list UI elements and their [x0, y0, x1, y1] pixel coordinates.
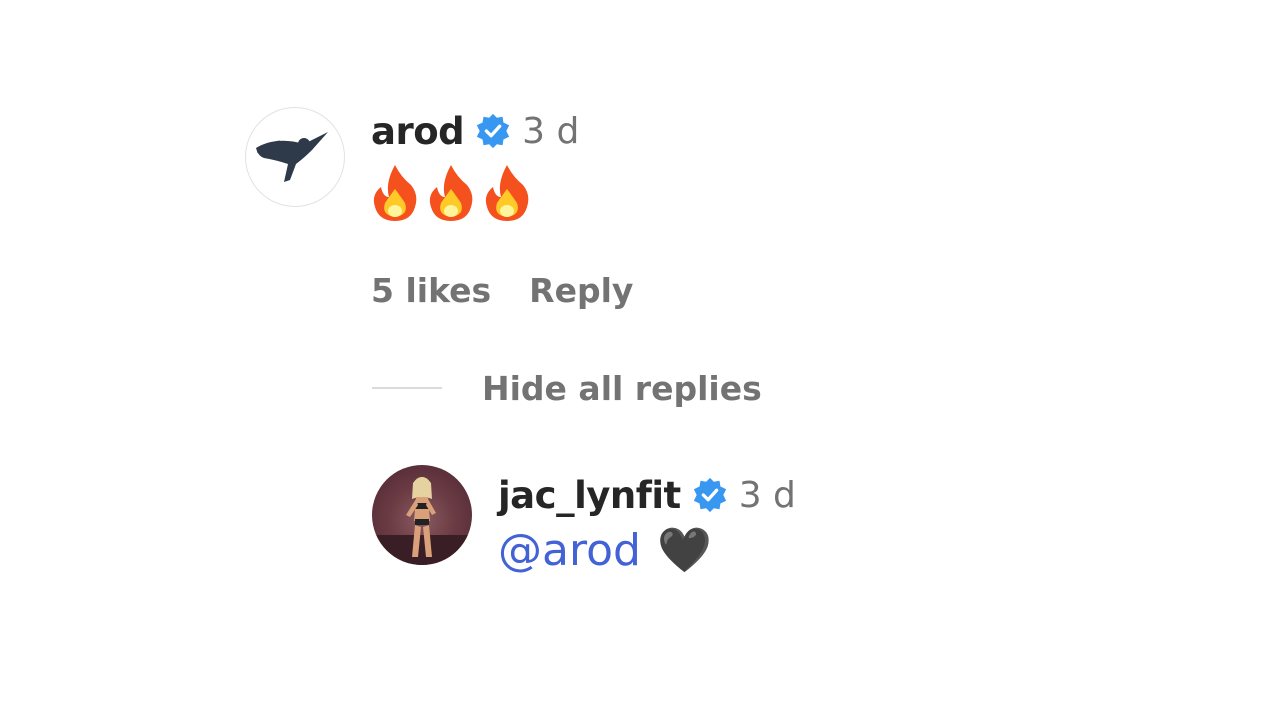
likes-count[interactable]: 5 likes: [371, 271, 491, 310]
black-heart-emoji: 🖤: [656, 525, 712, 576]
verified-badge-icon: [691, 476, 729, 514]
kick-logo-icon: [256, 132, 328, 182]
fire-emoji-icon: [371, 163, 427, 237]
reply-username[interactable]: jac_lynfit: [498, 474, 681, 517]
comment-time: 3 d: [522, 110, 580, 152]
fire-emoji-icon: [483, 163, 539, 237]
profile-photo-icon: [372, 477, 472, 565]
mention-link[interactable]: @arod: [498, 523, 641, 579]
divider-line: [372, 387, 442, 389]
verified-badge-icon: [474, 112, 512, 150]
reply-item: jac_lynfit 3 d @arod 🖤: [372, 465, 796, 579]
fire-emoji-icon: [427, 163, 483, 237]
reply-time: 3 d: [738, 474, 796, 516]
replier-avatar[interactable]: [372, 465, 472, 565]
hide-replies-label[interactable]: Hide all replies: [482, 369, 762, 408]
commenter-avatar[interactable]: [245, 107, 345, 207]
hide-replies-toggle[interactable]: Hide all replies: [372, 362, 762, 414]
comment-username[interactable]: arod: [371, 110, 465, 153]
reply-text: @arod 🖤: [498, 523, 796, 579]
comment-text: 🔥🔥🔥: [371, 163, 633, 237]
comment-item: arod 3 d 5 likes Reply: [245, 107, 633, 310]
reply-button[interactable]: Reply: [529, 271, 633, 310]
comment-actions: 5 likes Reply: [371, 271, 633, 310]
